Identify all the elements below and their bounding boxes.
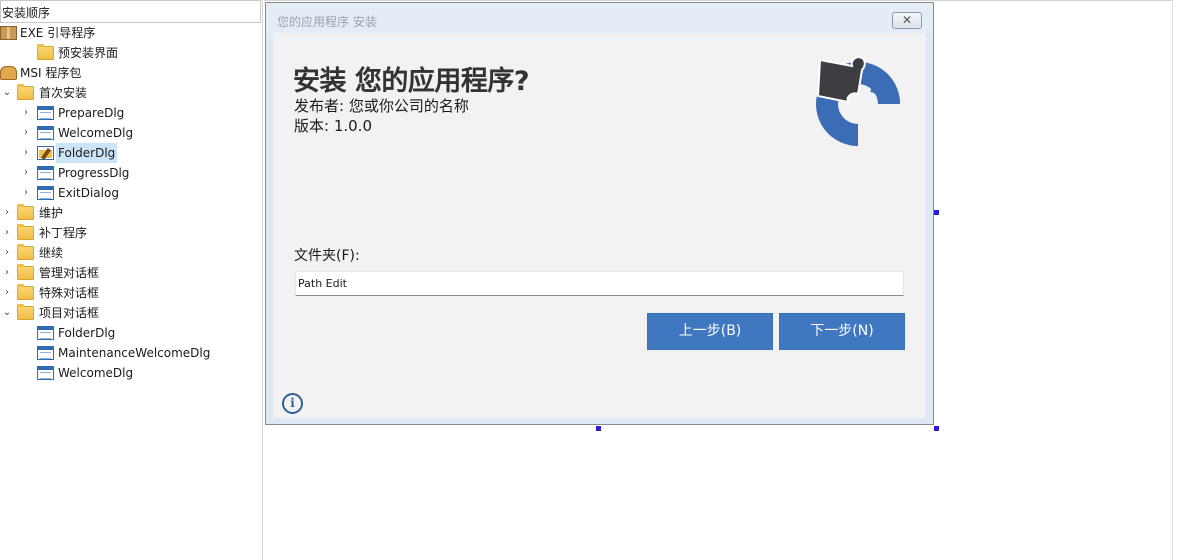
- dialog-icon: [37, 166, 54, 180]
- folder-icon: [17, 264, 34, 280]
- chevron-right-icon[interactable]: ›: [20, 183, 32, 203]
- resize-handle-corner[interactable]: [934, 426, 939, 431]
- tree-item-label: 预安装界面: [58, 46, 119, 60]
- dialog-icon: [37, 366, 54, 380]
- tree-item[interactable]: › 特殊对话框: [0, 283, 261, 303]
- chevron-right-icon[interactable]: ›: [20, 163, 32, 183]
- tree-item-label: 首次安装: [39, 86, 88, 100]
- folder-dialog-icon: [37, 146, 54, 160]
- close-icon: ✕: [901, 13, 913, 27]
- chevron-right-icon[interactable]: ›: [1, 283, 13, 303]
- chevron-right-icon[interactable]: ›: [1, 263, 13, 283]
- chevron-right-icon[interactable]: ›: [20, 123, 32, 143]
- tree-item[interactable]: › 管理对话框: [0, 263, 261, 283]
- logo-dark-piece: [816, 56, 866, 104]
- chevron-right-icon[interactable]: ›: [1, 203, 13, 223]
- tree-item-label: ExitDialog: [58, 186, 119, 200]
- dialog-icon: [37, 326, 54, 340]
- tree-item[interactable]: › 补丁程序: [0, 223, 261, 243]
- chevron-right-icon[interactable]: [20, 43, 32, 63]
- tree-item[interactable]: 预安装界面: [0, 43, 261, 63]
- chevron-right-icon[interactable]: [20, 363, 32, 383]
- tree-item-label: 管理对话框: [39, 266, 100, 280]
- tree-item[interactable]: ⌄ 首次安装: [0, 83, 261, 103]
- resize-handle-right[interactable]: [934, 210, 939, 215]
- folder-icon: [17, 244, 34, 260]
- install-heading: 安装 您的应用程序?: [293, 66, 530, 97]
- tree-item-label: 特殊对话框: [39, 286, 100, 300]
- tree-item[interactable]: › PrepareDlg: [0, 103, 261, 123]
- folder-label: 文件夹(F):: [294, 248, 360, 264]
- tree-item[interactable]: EXE 引导程序: [0, 23, 261, 43]
- back-button[interactable]: 上一步(B): [647, 313, 773, 350]
- puzzle-logo-icon: [816, 56, 901, 146]
- tree-item-label: PrepareDlg: [58, 106, 125, 120]
- tree-item-label: 项目对话框: [39, 306, 100, 320]
- close-button[interactable]: ✕: [892, 12, 922, 29]
- next-button[interactable]: 下一步(N): [779, 313, 905, 350]
- installer-dialog-preview[interactable]: 您的应用程序 安装 ✕ 安装 您的应用程序? 发布者: 您或你公司的名称 版本:…: [265, 2, 934, 425]
- chevron-right-icon[interactable]: ›: [1, 223, 13, 243]
- dialog-title: 您的应用程序 安装: [277, 15, 377, 29]
- chevron-right-icon[interactable]: ›: [1, 243, 13, 263]
- folder-icon: [17, 84, 34, 100]
- publisher-text: 发布者: 您或你公司的名称: [294, 97, 469, 115]
- chevron-down-icon[interactable]: ⌄: [1, 83, 13, 103]
- tree-item[interactable]: MaintenanceWelcomeDlg: [0, 343, 261, 363]
- path-edit-input[interactable]: [295, 271, 904, 296]
- tree-item-label: MaintenanceWelcomeDlg: [58, 346, 211, 360]
- dialog-icon: [37, 346, 54, 360]
- dialog-icon: [37, 186, 54, 200]
- tree-item-label: FolderDlg: [56, 143, 118, 163]
- chevron-right-icon[interactable]: [20, 323, 32, 343]
- folder-icon: [37, 44, 54, 60]
- tree-item-label: ProgressDlg: [58, 166, 130, 180]
- tree-item-label: EXE 引导程序: [20, 26, 96, 40]
- folder-icon: [17, 224, 34, 240]
- tree-item-label: WelcomeDlg: [58, 126, 134, 140]
- dialog-title-bar[interactable]: 您的应用程序 安装 ✕: [266, 3, 933, 33]
- dialog-icon: [37, 106, 54, 120]
- dialog-icon: [37, 126, 54, 140]
- tree-item[interactable]: › WelcomeDlg: [0, 123, 261, 143]
- tree-item[interactable]: MSI 程序包: [0, 63, 261, 83]
- tree-item-label: MSI 程序包: [20, 66, 82, 80]
- tree-item[interactable]: › ProgressDlg: [0, 163, 261, 183]
- chevron-right-icon[interactable]: ›: [20, 143, 32, 163]
- tree-item-label: 继续: [39, 246, 64, 260]
- tree-item[interactable]: › FolderDlg: [0, 143, 261, 163]
- canvas-right-edge: [1172, 0, 1173, 560]
- tree-item[interactable]: ⌄ 项目对话框: [0, 303, 261, 323]
- msi-package-icon: [0, 66, 17, 80]
- tree-item-label: 维护: [39, 206, 64, 220]
- tree-item[interactable]: WelcomeDlg: [0, 363, 261, 383]
- folder-icon: [17, 304, 34, 320]
- tree-item[interactable]: › 继续: [0, 243, 261, 263]
- tree-item-label: WelcomeDlg: [58, 366, 134, 380]
- tree-header: 安装顺序: [0, 0, 261, 23]
- install-sequence-tree: 安装顺序 EXE 引导程序预安装界面 MSI 程序包 ⌄ 首次安装 › PrepareDl…: [0, 0, 263, 560]
- folder-icon: [17, 284, 34, 300]
- tree-item[interactable]: › ExitDialog: [0, 183, 261, 203]
- info-icon[interactable]: i: [282, 393, 303, 414]
- version-text: 版本: 1.0.0: [294, 117, 372, 135]
- resize-handle-bottom[interactable]: [596, 426, 601, 431]
- package-icon: [0, 26, 17, 40]
- dialog-content: 安装 您的应用程序? 发布者: 您或你公司的名称 版本: 1.0.0 文件夹(F…: [273, 33, 926, 418]
- tree-item-label: FolderDlg: [58, 326, 116, 340]
- chevron-down-icon[interactable]: ⌄: [1, 303, 13, 323]
- tree-item-label: 补丁程序: [39, 226, 88, 240]
- tree-item[interactable]: › 维护: [0, 203, 261, 223]
- folder-icon: [17, 204, 34, 220]
- chevron-right-icon[interactable]: ›: [20, 103, 32, 123]
- chevron-right-icon[interactable]: [20, 343, 32, 363]
- tree-item[interactable]: FolderDlg: [0, 323, 261, 343]
